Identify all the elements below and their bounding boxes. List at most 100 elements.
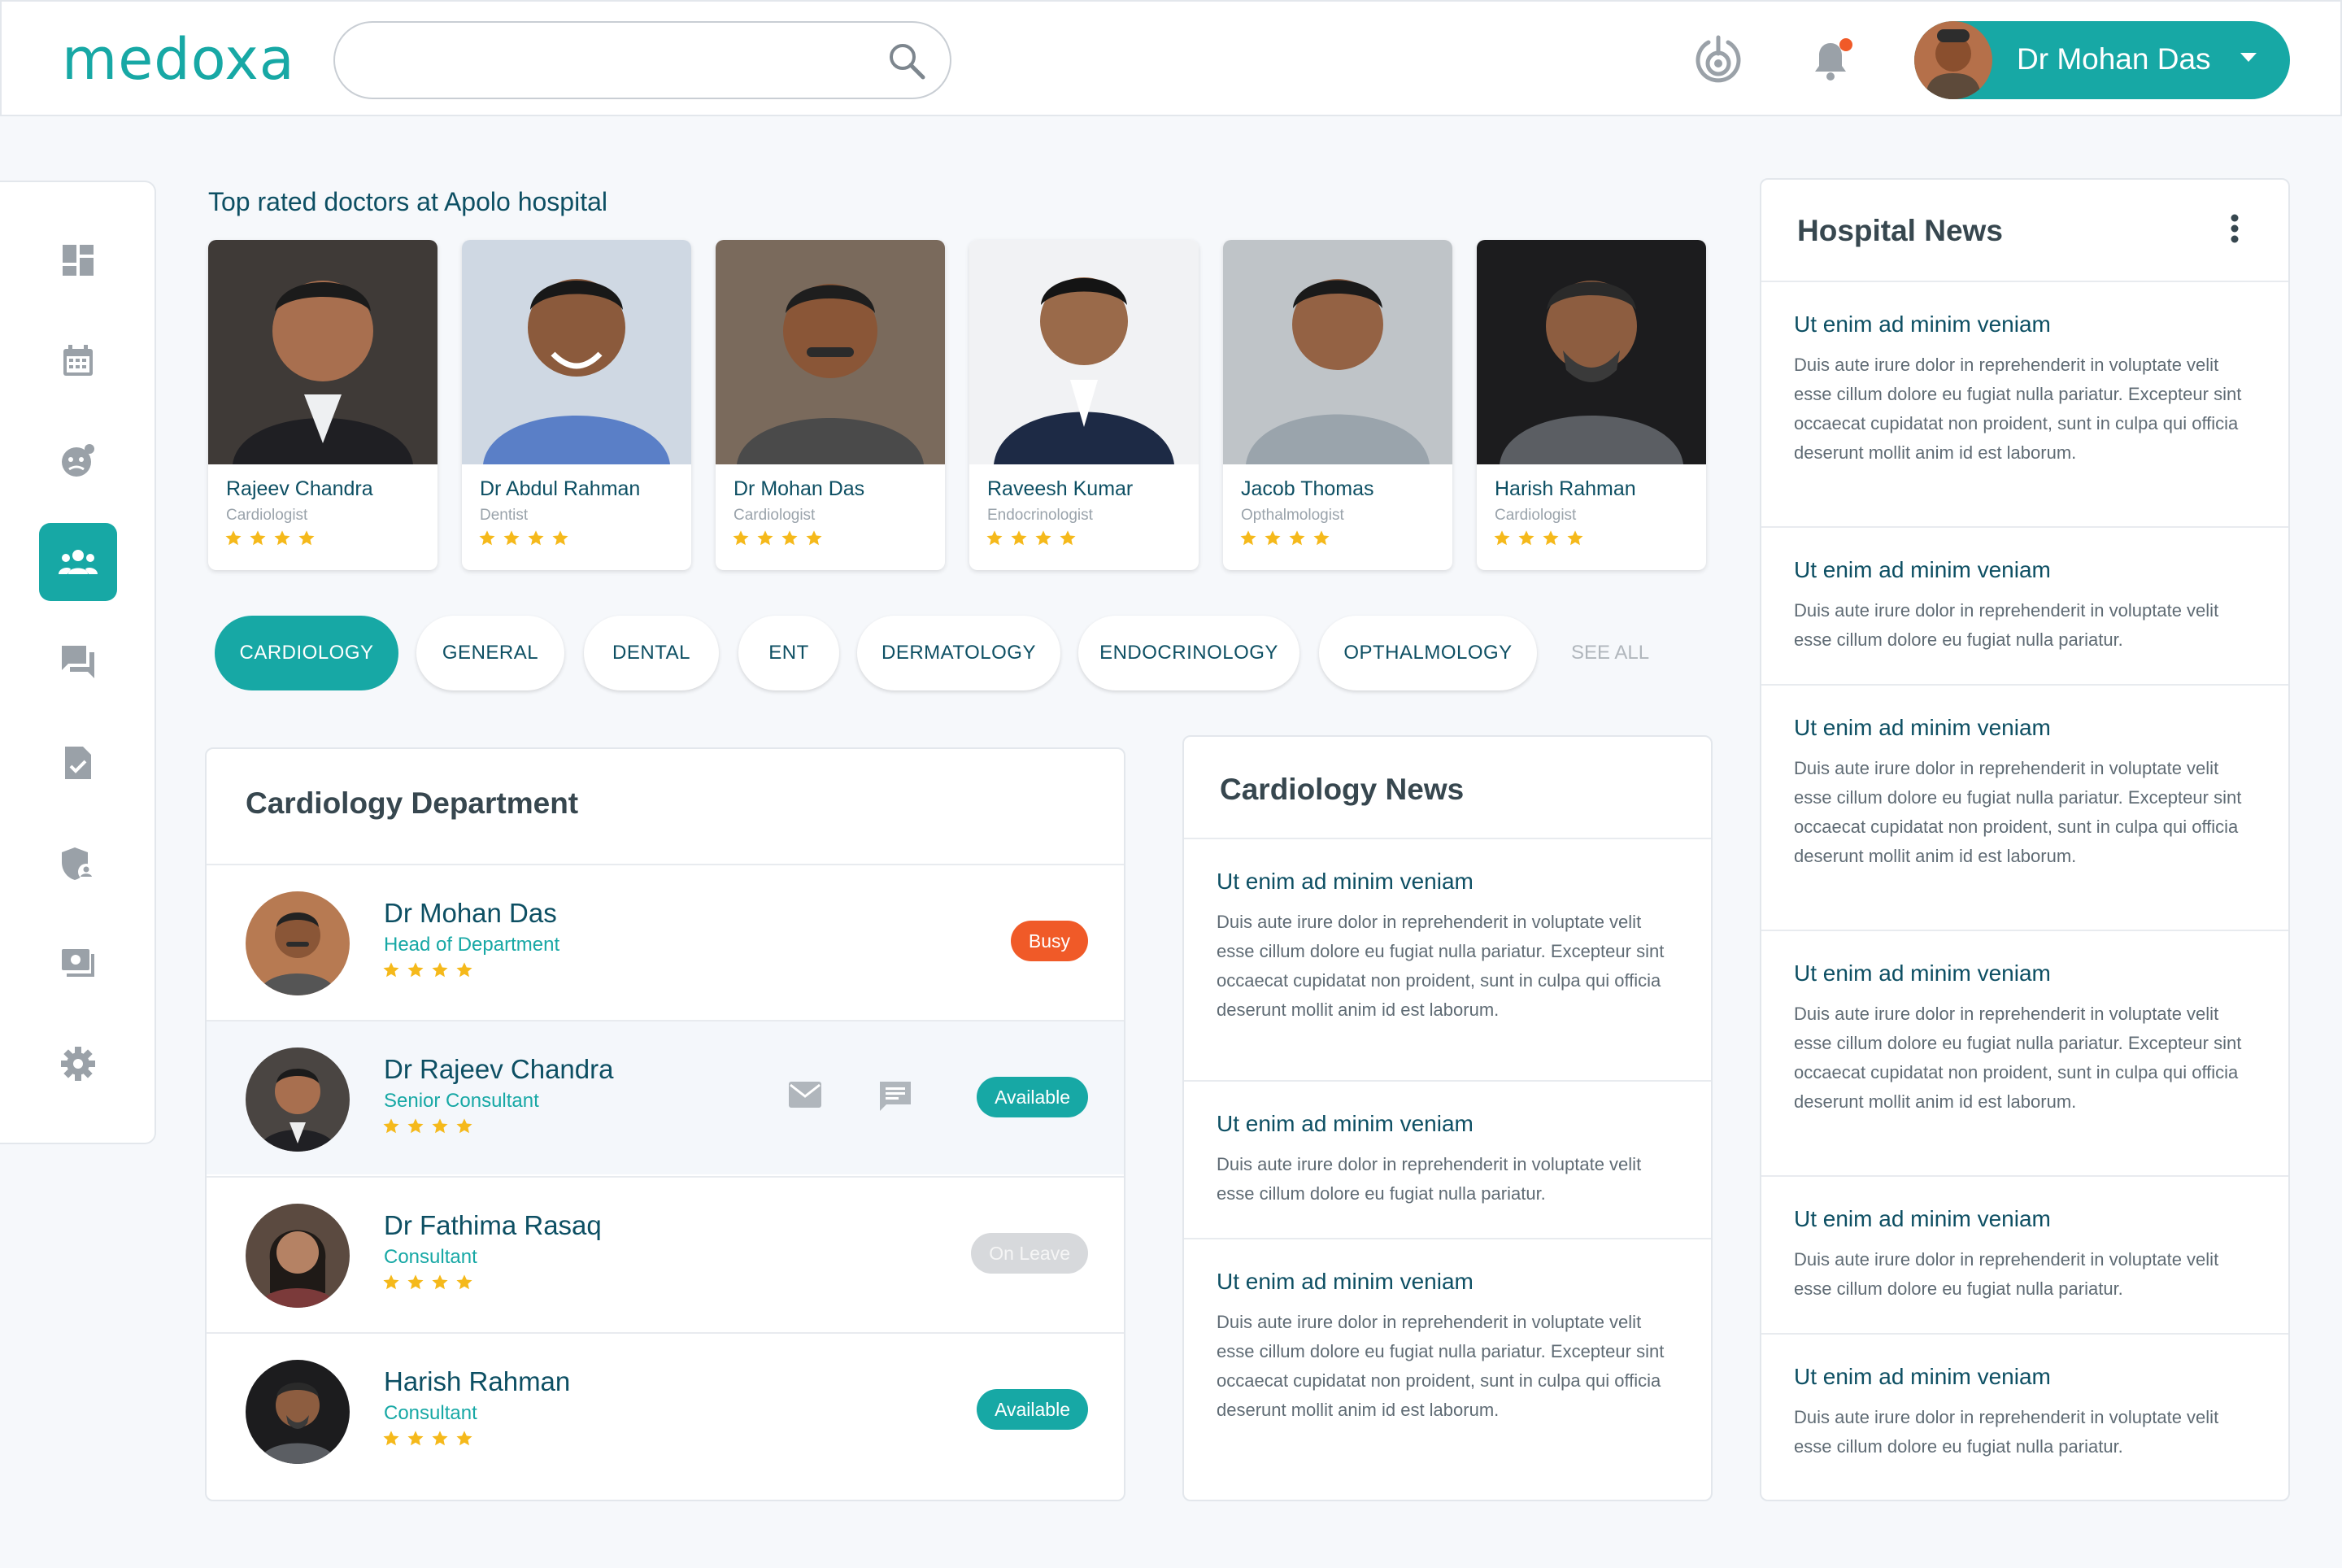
status-badge: On Leave (971, 1233, 1088, 1274)
star-icon (986, 530, 1003, 546)
table-row[interactable]: Dr Rajeev Chandra Senior Consultant Avai… (207, 1020, 1124, 1174)
sidebar-item-messages[interactable] (39, 623, 117, 701)
category-pill-opthalmology[interactable]: OPTHALMOLOGY (1319, 616, 1537, 690)
sidebar-item-dashboard[interactable] (39, 221, 117, 299)
news-body: Duis aute irure dolor in reprehenderit i… (1217, 912, 1665, 1020)
rating-stars (382, 961, 480, 983)
star-icon (432, 1118, 448, 1134)
chat-icon (62, 646, 94, 678)
star-icon (781, 530, 798, 546)
doctor-photo (1223, 240, 1452, 464)
chevron-down-icon[interactable] (2240, 52, 2257, 68)
star-icon (1289, 530, 1305, 546)
star-icon (432, 1431, 448, 1446)
doctor-card[interactable]: Jacob Thomas Opthalmologist (1223, 240, 1452, 570)
star-icon (225, 530, 242, 546)
category-pill-dermatology[interactable]: DERMATOLOGY (857, 616, 1060, 690)
star-icon (298, 530, 315, 546)
sidebar-item-security[interactable] (39, 825, 117, 903)
notification-bell-icon[interactable] (1805, 34, 1856, 89)
news-item[interactable]: Ut enim ad minim veniam Duis aute irure … (1761, 1175, 2288, 1333)
news-item[interactable]: Ut enim ad minim veniam Duis aute irure … (1761, 526, 2288, 684)
star-icon (383, 1431, 399, 1446)
table-row[interactable]: Dr Mohan Das Head of Department Busy (207, 864, 1124, 1018)
top-rated-title: Top rated doctors at Apolo hospital (208, 187, 607, 216)
doctor-specialty: Cardiologist (734, 507, 816, 524)
doctor-name: Dr Rajeev Chandra (384, 1054, 614, 1084)
star-icon (1011, 530, 1027, 546)
news-title[interactable]: Ut enim ad minim veniam (1794, 960, 2051, 987)
rating-stars (986, 529, 1083, 551)
news-item[interactable]: Ut enim ad minim veniam Duis aute irure … (1184, 838, 1711, 1080)
news-title[interactable]: Ut enim ad minim veniam (1794, 715, 2051, 741)
news-title[interactable]: Ut enim ad minim veniam (1217, 1269, 1474, 1295)
search-icon[interactable] (886, 41, 927, 85)
news-item[interactable]: Ut enim ad minim veniam Duis aute irure … (1761, 684, 2288, 930)
user-name: Dr Mohan Das (2017, 42, 2211, 76)
news-title[interactable]: Ut enim ad minim veniam (1217, 869, 1474, 895)
star-icon (1265, 530, 1281, 546)
mail-icon[interactable] (787, 1080, 823, 1113)
shield-user-icon (62, 847, 94, 880)
category-pill-dental[interactable]: DENTAL (584, 616, 719, 690)
avatar (246, 891, 350, 995)
calendar-icon (63, 345, 93, 376)
rating-stars (732, 529, 829, 551)
payments-icon (62, 949, 94, 977)
sidebar-item-doctors[interactable] (39, 523, 117, 601)
doctor-card[interactable]: Rajeev Chandra Cardiologist (208, 240, 437, 570)
table-row[interactable]: Dr Fathima Rasaq Consultant On Leave (207, 1176, 1124, 1331)
news-item[interactable]: Ut enim ad minim veniam Duis aute irure … (1184, 1080, 1711, 1238)
sidebar-item-patients[interactable] (39, 421, 117, 499)
department-panel: Cardiology Department Dr Mohan Das Head … (205, 747, 1125, 1501)
search-box[interactable] (333, 21, 951, 99)
news-body: Duis aute irure dolor in reprehenderit i… (1794, 355, 2242, 463)
category-pill-general[interactable]: GENERAL (416, 616, 564, 690)
news-item[interactable]: Ut enim ad minim veniam Duis aute irure … (1184, 1238, 1711, 1500)
doctor-photo (969, 240, 1199, 464)
table-row[interactable]: Harish Rahman Consultant Available (207, 1332, 1124, 1487)
star-icon (1035, 530, 1051, 546)
news-item[interactable]: Ut enim ad minim veniam Duis aute irure … (1761, 930, 2288, 1175)
star-icon (479, 530, 495, 546)
news-title[interactable]: Ut enim ad minim veniam (1794, 311, 2051, 338)
see-all-link[interactable]: SEE ALL (1571, 642, 1649, 664)
target-icon[interactable] (1693, 34, 1743, 89)
doctor-card[interactable]: Dr Abdul Rahman Dentist (462, 240, 691, 570)
category-pill-ent[interactable]: ENT (738, 616, 839, 690)
doctor-card[interactable]: Raveesh Kumar Endocrinologist (969, 240, 1199, 570)
doctor-specialty: Cardiologist (1495, 507, 1577, 524)
star-icon (528, 530, 544, 546)
rating-stars (382, 1274, 480, 1296)
star-icon (806, 530, 822, 546)
star-icon (432, 1274, 448, 1290)
sidebar-item-calendar[interactable] (39, 321, 117, 399)
news-title[interactable]: Ut enim ad minim veniam (1794, 557, 2051, 583)
news-item[interactable]: Ut enim ad minim veniam Duis aute irure … (1761, 281, 2288, 526)
message-icon[interactable] (878, 1080, 912, 1118)
more-options-icon[interactable] (2230, 214, 2240, 247)
patient-icon (62, 444, 94, 477)
user-menu[interactable]: Dr Mohan Das (1914, 21, 2290, 99)
cardiology-news-panel: Cardiology News Ut enim ad minim veniam … (1182, 735, 1713, 1501)
sidebar-item-reports[interactable] (39, 724, 117, 802)
news-title[interactable]: Ut enim ad minim veniam (1794, 1364, 2051, 1390)
category-pill-cardiology[interactable]: CARDIOLOGY (215, 616, 398, 690)
sidebar-item-payments[interactable] (39, 925, 117, 1003)
news-item[interactable]: Ut enim ad minim veniam Duis aute irure … (1761, 1333, 2288, 1500)
department-title: Cardiology Department (246, 786, 579, 820)
news-body: Duis aute irure dolor in reprehenderit i… (1794, 1249, 2219, 1299)
news-title[interactable]: Ut enim ad minim veniam (1794, 1206, 2051, 1232)
app-logo[interactable]: medoxa (62, 26, 295, 93)
doctor-card[interactable]: Harish Rahman Cardiologist (1477, 240, 1706, 570)
doctor-photo (462, 240, 691, 464)
star-icon (250, 530, 266, 546)
star-icon (503, 530, 520, 546)
news-title[interactable]: Ut enim ad minim veniam (1217, 1111, 1474, 1137)
star-icon (383, 1118, 399, 1134)
search-input[interactable] (368, 37, 872, 85)
avatar (246, 1360, 350, 1464)
category-pill-endocrinology[interactable]: ENDOCRINOLOGY (1078, 616, 1299, 690)
doctor-card[interactable]: Dr Mohan Das Cardiologist (716, 240, 945, 570)
sidebar-item-settings[interactable] (39, 1025, 117, 1103)
